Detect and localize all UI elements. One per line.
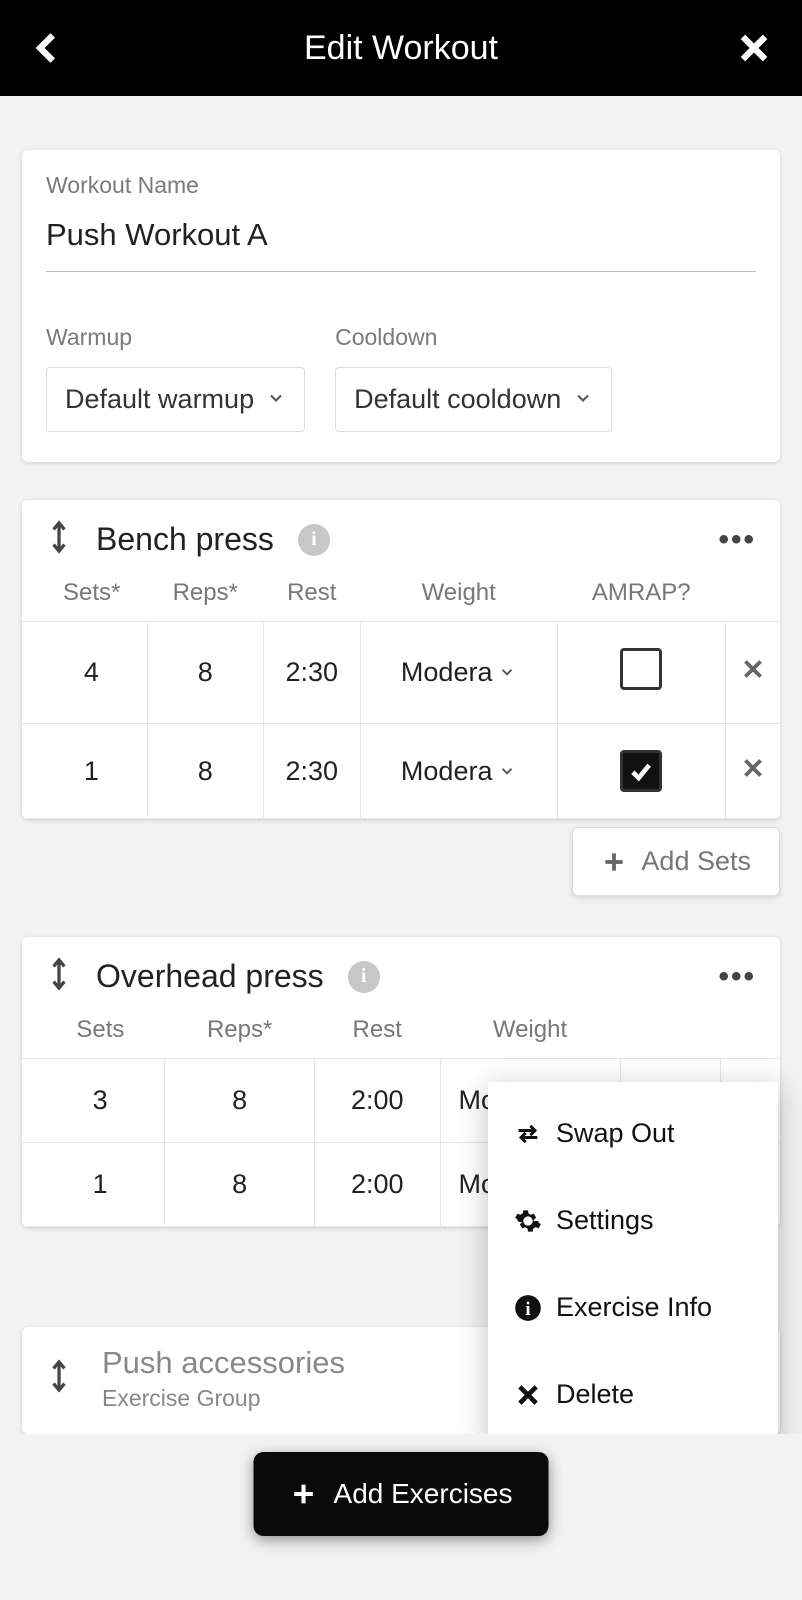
group-title: Push accessories: [102, 1345, 345, 1381]
sets-cell[interactable]: 1: [22, 1143, 165, 1227]
col-sets: Sets*: [22, 569, 147, 622]
col-rest: Rest: [314, 1006, 440, 1059]
menu-exercise-info[interactable]: i Exercise Info: [488, 1264, 778, 1351]
info-icon[interactable]: i: [298, 524, 330, 556]
gear-icon: [514, 1207, 542, 1235]
weight-cell[interactable]: Modera: [360, 724, 557, 819]
workout-meta-card: Workout Name Warmup Default warmup Coold…: [22, 150, 780, 462]
exercise-card-bench-press: Bench press i ••• Sets* Reps* Rest Weigh…: [22, 500, 780, 819]
back-button[interactable]: [24, 24, 72, 72]
sets-table: Sets* Reps* Rest Weight AMRAP? 4 8 2:30 …: [22, 569, 780, 819]
plus-icon: [601, 849, 627, 875]
swap-icon: [514, 1120, 542, 1148]
sets-cell[interactable]: 1: [22, 724, 147, 819]
warmup-value: Default warmup: [65, 384, 254, 415]
drag-handle-icon[interactable]: [46, 520, 72, 559]
more-menu-button[interactable]: •••: [718, 960, 756, 994]
drag-handle-icon[interactable]: [46, 957, 72, 996]
menu-settings[interactable]: Settings: [488, 1177, 778, 1264]
col-rest: Rest: [263, 569, 360, 622]
exercise-context-menu: Swap Out Settings i Exercise Info Delete: [488, 1082, 778, 1434]
rest-cell[interactable]: 2:00: [314, 1143, 440, 1227]
app-header: Edit Workout: [0, 0, 802, 96]
rest-cell[interactable]: 2:00: [314, 1059, 440, 1143]
reps-cell[interactable]: 8: [165, 1143, 315, 1227]
workout-name-input[interactable]: [46, 205, 756, 272]
sets-cell[interactable]: 3: [22, 1059, 165, 1143]
col-reps: Reps*: [147, 569, 263, 622]
chevron-down-icon: [498, 756, 516, 787]
chevron-left-icon: [29, 29, 67, 67]
info-icon: i: [514, 1294, 542, 1322]
reps-cell[interactable]: 8: [147, 724, 263, 819]
rest-cell[interactable]: 2:30: [263, 622, 360, 724]
delete-row-button[interactable]: [725, 622, 780, 724]
menu-delete[interactable]: Delete: [488, 1351, 778, 1434]
close-button[interactable]: [730, 24, 778, 72]
more-menu-button[interactable]: •••: [718, 523, 756, 557]
col-weight: Weight: [360, 569, 557, 622]
add-sets-button[interactable]: Add Sets: [572, 827, 780, 896]
col-amrap: AMRAP?: [557, 569, 725, 622]
warmup-label: Warmup: [46, 324, 305, 351]
close-icon: [735, 29, 773, 67]
reps-cell[interactable]: 8: [165, 1059, 315, 1143]
plus-icon: [290, 1480, 318, 1508]
warmup-select[interactable]: Default warmup: [46, 367, 305, 432]
drag-handle-icon[interactable]: [46, 1359, 72, 1398]
reps-cell[interactable]: 8: [147, 622, 263, 724]
chevron-down-icon: [573, 384, 593, 415]
menu-swap-out[interactable]: Swap Out: [488, 1090, 778, 1177]
col-sets: Sets: [22, 1006, 165, 1059]
checkbox-unchecked-icon: [620, 648, 662, 690]
svg-text:i: i: [525, 1299, 530, 1320]
info-icon[interactable]: i: [348, 961, 380, 993]
amrap-cell[interactable]: [557, 622, 725, 724]
exercise-title: Bench press: [96, 521, 274, 558]
amrap-cell[interactable]: [557, 724, 725, 819]
sets-cell[interactable]: 4: [22, 622, 147, 724]
close-icon: [740, 755, 766, 781]
col-reps: Reps*: [165, 1006, 315, 1059]
chevron-down-icon: [266, 384, 286, 415]
cooldown-select[interactable]: Default cooldown: [335, 367, 612, 432]
set-row: 4 8 2:30 Modera: [22, 622, 780, 724]
close-icon: [514, 1381, 542, 1409]
col-weight: Weight: [440, 1006, 620, 1059]
page-title: Edit Workout: [304, 29, 498, 68]
delete-row-button[interactable]: [725, 724, 780, 819]
cooldown-label: Cooldown: [335, 324, 612, 351]
set-row: 1 8 2:30 Modera: [22, 724, 780, 819]
group-subtitle: Exercise Group: [102, 1385, 345, 1412]
rest-cell[interactable]: 2:30: [263, 724, 360, 819]
chevron-down-icon: [498, 657, 516, 688]
workout-name-label: Workout Name: [46, 172, 756, 199]
exercise-title: Overhead press: [96, 958, 324, 995]
add-exercises-button[interactable]: Add Exercises: [254, 1452, 549, 1536]
cooldown-value: Default cooldown: [354, 384, 561, 415]
weight-cell[interactable]: Modera: [360, 622, 557, 724]
close-icon: [740, 656, 766, 682]
checkbox-checked-icon: [620, 750, 662, 792]
